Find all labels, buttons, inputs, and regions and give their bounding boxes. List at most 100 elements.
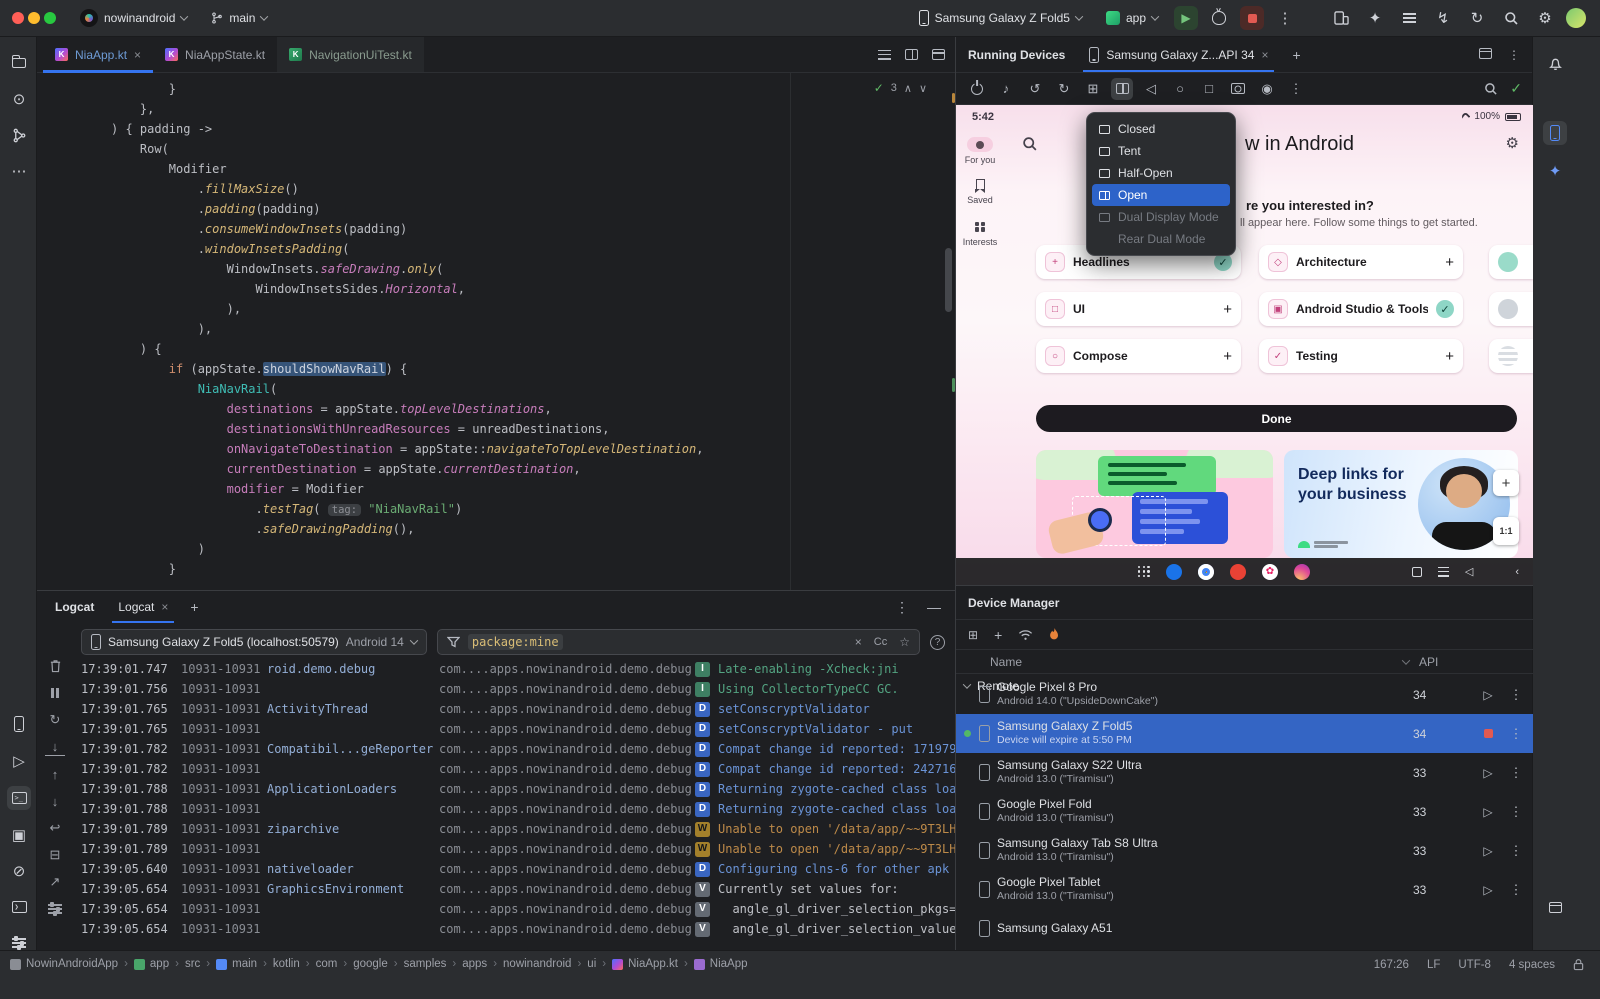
debug-button[interactable]: [1206, 5, 1232, 31]
breadcrumb-item[interactable]: NiaApp.kt: [612, 958, 678, 970]
zoom-ratio-button[interactable]: 1:1: [1493, 517, 1519, 545]
breadcrumb-item[interactable]: kotlin: [273, 958, 300, 970]
ai-assistant-button[interactable]: ✦: [1362, 5, 1388, 31]
device-mirror-button[interactable]: [1328, 5, 1354, 31]
device-more-icon[interactable]: ⋮: [1507, 882, 1525, 898]
add-device-tab-button[interactable]: +: [1284, 47, 1308, 63]
topic-chip[interactable]: ◇Architecture+: [1259, 245, 1463, 279]
split-editor-icon[interactable]: [905, 49, 918, 60]
power-button[interactable]: [966, 78, 988, 100]
next-occurrence-button[interactable]: ↓: [45, 792, 65, 810]
device-explorer-button[interactable]: [7, 712, 31, 736]
fold-posture-button[interactable]: [1111, 78, 1133, 100]
collapse-lines-button[interactable]: ⊟: [45, 846, 65, 864]
taskbar-list-icon[interactable]: [1438, 567, 1449, 577]
fold-menu-item[interactable]: Tent: [1092, 140, 1230, 162]
code-editor[interactable]: } },) { padding -> Row( Modifier .fillMa…: [37, 73, 955, 590]
breadcrumb-item[interactable]: ui: [587, 958, 596, 970]
next-issue-icon[interactable]: ∨: [919, 82, 927, 95]
device-more-icon[interactable]: ⋮: [1507, 726, 1525, 742]
taskbar-back-icon[interactable]: ◁: [1465, 565, 1473, 578]
topic-chip[interactable]: ✓Testing+: [1259, 339, 1463, 373]
inspection-widget[interactable]: ✓ 3 ∧ ∨: [874, 81, 927, 95]
sync-button[interactable]: ↻: [1464, 5, 1490, 31]
notifications-button[interactable]: [1543, 51, 1567, 75]
follow-add-icon[interactable]: +: [1445, 348, 1454, 365]
dpad-button[interactable]: ⊞: [1082, 78, 1104, 100]
follow-add-icon[interactable]: +: [1223, 301, 1232, 318]
file-encoding[interactable]: UTF-8: [1458, 959, 1491, 971]
nav-saved[interactable]: Saved: [956, 177, 1004, 205]
done-button[interactable]: Done: [1036, 405, 1517, 432]
device-row[interactable]: Google Pixel 8 ProAndroid 14.0 ("UpsideD…: [956, 675, 1533, 714]
back-button[interactable]: ◁: [1140, 78, 1162, 100]
file-structure-icon[interactable]: [878, 50, 891, 60]
help-icon[interactable]: ?: [930, 635, 945, 650]
panel-options-icon[interactable]: ⋮: [895, 599, 909, 616]
taskbar-split-icon[interactable]: [1412, 567, 1422, 577]
favorite-filter-icon[interactable]: ☆: [899, 635, 910, 649]
nav-for-you[interactable]: For you: [956, 137, 1004, 165]
overview-button[interactable]: □: [1198, 78, 1220, 100]
screen-record-button[interactable]: ◉: [1256, 78, 1278, 100]
profiler-button[interactable]: ↯: [1430, 5, 1456, 31]
start-device-icon[interactable]: ▷: [1483, 883, 1492, 897]
logcat-tab[interactable]: Logcat ×: [108, 591, 178, 623]
partial-chip[interactable]: [1489, 245, 1533, 279]
logcat-tool-button[interactable]: >_: [7, 786, 31, 810]
caret-position[interactable]: 167:26: [1374, 959, 1409, 971]
structure-tool-button[interactable]: [7, 123, 31, 147]
tab-niaappstate[interactable]: K NiaAppState.kt: [153, 37, 277, 72]
device-row[interactable]: Google Pixel TabletAndroid 13.0 ("Tirami…: [956, 870, 1533, 909]
chrome-app-icon[interactable]: [1198, 564, 1214, 580]
app-settings-icon[interactable]: ⚙: [1506, 134, 1519, 152]
problems-tool-button[interactable]: ⊘: [7, 859, 31, 883]
settings-button[interactable]: ⚙: [1532, 5, 1558, 31]
partial-chip[interactable]: [1489, 292, 1533, 326]
more-device-actions-button[interactable]: ⋮: [1285, 78, 1307, 100]
rotate-left-button[interactable]: ↺: [1024, 78, 1046, 100]
tab-navigationuitest[interactable]: K NavigationUiTest.kt: [277, 37, 424, 72]
device-more-icon[interactable]: ⋮: [1507, 687, 1525, 703]
new-logcat-tab-button[interactable]: +: [182, 599, 206, 615]
run-configuration-selector[interactable]: app: [1098, 7, 1166, 29]
line-ending[interactable]: LF: [1427, 959, 1440, 971]
topic-chip[interactable]: ○Compose+: [1036, 339, 1241, 373]
name-column-header[interactable]: Name: [990, 655, 1022, 669]
commit-tool-button[interactable]: ⊙: [7, 87, 31, 111]
run-tool-button[interactable]: ▷: [7, 749, 31, 773]
start-device-icon[interactable]: ▷: [1483, 805, 1492, 819]
close-tab-icon[interactable]: ×: [134, 49, 141, 61]
feature-illustration-card[interactable]: [1036, 450, 1273, 558]
running-devices-tool-button[interactable]: [1543, 121, 1567, 145]
logcat-settings-button[interactable]: [45, 900, 65, 918]
breadcrumb-item[interactable]: NiaApp: [694, 958, 748, 970]
editor-scrollbar[interactable]: [945, 248, 952, 312]
device-screen[interactable]: 5:42 100% For you Saved Interests: [956, 105, 1533, 585]
create-device-button[interactable]: +: [994, 627, 1002, 643]
breadcrumb-item[interactable]: com: [316, 958, 338, 970]
pause-logcat-button[interactable]: [45, 684, 65, 702]
close-tab-icon[interactable]: ×: [161, 601, 168, 613]
project-tool-button[interactable]: [7, 51, 31, 75]
close-tab-icon[interactable]: ×: [1261, 49, 1268, 61]
topic-chip[interactable]: ▣Android Studio & Tools✓: [1259, 292, 1463, 326]
project-widget[interactable]: nowinandroid: [72, 5, 195, 31]
zoom-icon[interactable]: [1484, 82, 1498, 96]
fold-menu-item[interactable]: Closed: [1092, 118, 1230, 140]
logcat-device-selector[interactable]: Samsung Galaxy Z Fold5 (localhost:50579)…: [81, 629, 427, 655]
gemini-tool-button[interactable]: ✦: [1543, 159, 1567, 183]
hide-panel-icon[interactable]: —: [927, 599, 941, 616]
breadcrumb-item[interactable]: main: [216, 958, 257, 970]
breadcrumb-item[interactable]: google: [353, 958, 388, 970]
breadcrumb-item[interactable]: samples: [404, 958, 447, 970]
api-column-header[interactable]: API: [1419, 655, 1475, 669]
red-app-icon[interactable]: [1230, 564, 1246, 580]
fold-menu-item[interactable]: Half-Open: [1092, 162, 1230, 184]
nav-interests[interactable]: Interests: [956, 219, 1004, 247]
panel-options-icon[interactable]: ⋮: [1508, 48, 1520, 62]
minimize-window-button[interactable]: [28, 12, 40, 24]
clear-filter-icon[interactable]: ×: [855, 635, 862, 649]
breadcrumb-item[interactable]: nowinandroid: [503, 958, 571, 970]
device-more-icon[interactable]: ⋮: [1507, 804, 1525, 820]
